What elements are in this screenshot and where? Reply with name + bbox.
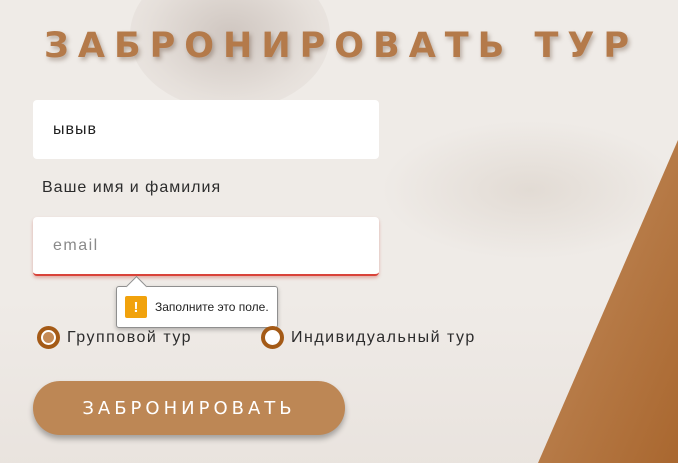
- radio-label-individual-tour: Индивидуальный тур: [291, 328, 476, 346]
- radio-individual-tour[interactable]: Индивидуальный тур: [261, 326, 476, 349]
- name-input-value: ывыв: [53, 120, 97, 138]
- validation-tooltip: ! Заполните это поле.: [116, 275, 278, 328]
- book-button[interactable]: ЗАБРОНИРОВАТЬ: [33, 381, 345, 435]
- name-input[interactable]: ывыв: [33, 100, 379, 159]
- email-input[interactable]: email: [33, 217, 379, 276]
- radio-group-tour[interactable]: Групповой тур: [37, 326, 192, 349]
- email-input-placeholder: email: [53, 236, 99, 254]
- warning-icon: !: [125, 296, 147, 318]
- validation-message: Заполните это поле.: [155, 300, 269, 314]
- form-title: ЗАБРОНИРОВАТЬ ТУР: [44, 26, 639, 66]
- radio-label-group-tour: Групповой тур: [67, 328, 193, 346]
- name-field-label: Ваше имя и фамилия: [42, 179, 222, 196]
- radio-button-unselected[interactable]: [261, 326, 284, 349]
- radio-button-selected[interactable]: [37, 326, 60, 349]
